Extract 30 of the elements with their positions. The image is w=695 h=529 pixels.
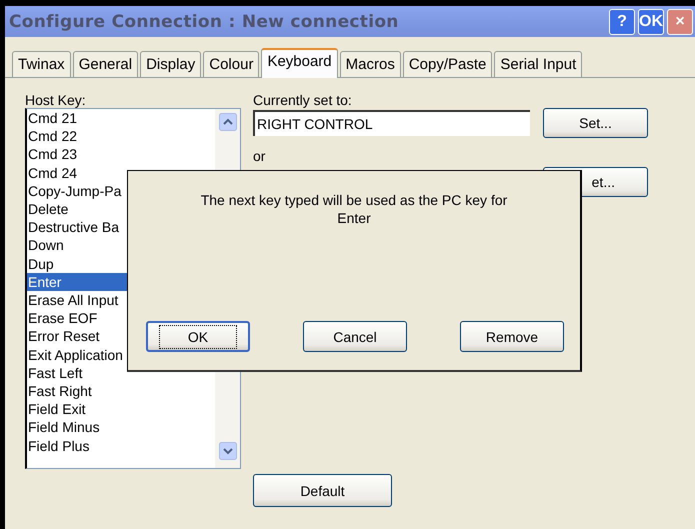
list-item[interactable]: Field Minus <box>27 418 215 437</box>
host-key-label: Host Key: <box>25 92 87 110</box>
list-item[interactable]: Cmd 21 <box>27 109 215 128</box>
tab[interactable]: Twinax <box>12 51 71 77</box>
dialog-button[interactable]: Cancel <box>303 321 407 352</box>
currently-set-label: Currently set to: <box>253 92 353 110</box>
current-key-field[interactable]: RIGHT CONTROL <box>253 110 530 136</box>
scroll-up-icon[interactable] <box>218 113 236 131</box>
list-item[interactable]: Cmd 22 <box>27 127 215 146</box>
list-item[interactable]: Cmd 23 <box>27 145 215 164</box>
or-label: or <box>253 148 266 164</box>
list-item[interactable]: Field Plus <box>27 436 215 455</box>
default-button[interactable]: Default <box>253 474 392 507</box>
help-button[interactable]: ? <box>609 8 635 34</box>
tab[interactable]: Copy/Paste <box>402 51 492 77</box>
set-button[interactable]: Set... <box>543 108 648 138</box>
ok-button[interactable]: OK <box>638 8 664 34</box>
scroll-down-icon[interactable] <box>218 442 236 460</box>
dialog-message: The next key typed will be used as the PC key for Enter <box>200 191 508 227</box>
tab[interactable]: General <box>72 51 138 77</box>
tab[interactable]: Serial Input <box>494 51 582 77</box>
dialog-button[interactable]: OK <box>146 321 250 352</box>
list-item[interactable]: Field Exit <box>27 400 215 418</box>
tab[interactable]: Display <box>140 51 202 77</box>
tab[interactable]: Colour <box>203 51 260 77</box>
tab[interactable]: Keyboard <box>261 48 338 78</box>
dialog-button[interactable]: Remove <box>460 321 564 352</box>
list-item[interactable]: Fast Right <box>27 382 215 400</box>
window-title: Configure Connection : New connection <box>9 12 399 32</box>
tab[interactable]: Macros <box>340 51 401 77</box>
